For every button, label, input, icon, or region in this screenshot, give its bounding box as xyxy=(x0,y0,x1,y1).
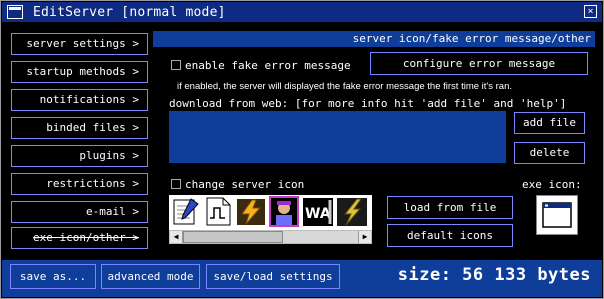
sidebar-item-server-settings[interactable]: server settings > xyxy=(11,33,148,55)
system-menu-icon[interactable] xyxy=(7,5,23,19)
exe-icon-label: exe icon: xyxy=(522,178,582,191)
delete-button[interactable]: delete xyxy=(514,142,585,164)
sidebar-item-exe-icon-other[interactable]: exe icon/other > xyxy=(11,227,148,249)
lightning-icon[interactable] xyxy=(337,196,367,227)
close-icon: × xyxy=(587,6,594,17)
server-size-label: size: 56 133 bytes xyxy=(397,265,591,285)
exe-icon-preview xyxy=(536,195,578,235)
icon-strip-scrollbar[interactable]: ◀ ▶ xyxy=(169,230,372,244)
scroll-thumb[interactable] xyxy=(183,231,283,243)
sidebar-item-plugins[interactable]: plugins > xyxy=(11,145,148,167)
download-list[interactable] xyxy=(169,111,506,163)
icon-strip[interactable]: WA xyxy=(169,195,372,230)
download-label: download from web: [for more info hit 'a… xyxy=(169,97,567,110)
sidebar-item-notifications[interactable]: notifications > xyxy=(11,89,148,111)
bottom-bar: save as... advanced mode save/load setti… xyxy=(2,260,602,297)
enable-fake-error-checkbox[interactable] xyxy=(171,60,181,70)
add-file-button[interactable]: add file xyxy=(514,112,585,134)
sidebar-item-startup-methods[interactable]: startup methods > xyxy=(11,61,148,83)
save-load-settings-button[interactable]: save/load settings xyxy=(206,264,340,289)
close-button[interactable]: × xyxy=(584,5,597,18)
section-title: server icon/fake error message/other xyxy=(352,32,591,45)
configure-error-button[interactable]: configure error message xyxy=(370,52,588,75)
change-server-icon-label: change server icon xyxy=(185,178,305,191)
load-from-file-button[interactable]: load from file xyxy=(387,196,513,219)
winamp-bolt-icon[interactable] xyxy=(236,196,266,227)
advanced-mode-button[interactable]: advanced mode xyxy=(101,264,200,289)
pulse-document-icon[interactable] xyxy=(203,196,233,227)
sidebar-item-restrictions[interactable]: restrictions > xyxy=(11,173,148,195)
winamp-logo-icon[interactable]: WA xyxy=(303,196,333,227)
svg-text:WA: WA xyxy=(305,206,331,222)
editserver-window: EditServer [normal mode] × server settin… xyxy=(0,0,604,299)
change-server-icon-checkbox[interactable] xyxy=(171,179,181,189)
sidebar-item-e-mail[interactable]: e-mail > xyxy=(11,201,148,223)
avatar-character-icon[interactable] xyxy=(269,196,299,227)
scroll-right-icon[interactable]: ▶ xyxy=(358,231,371,243)
save-as-button[interactable]: save as... xyxy=(10,264,96,289)
window-app-icon xyxy=(542,202,572,228)
window-title: EditServer [normal mode] xyxy=(33,5,226,20)
fake-error-info: if enabled, the server will displayed th… xyxy=(177,81,512,92)
section-header: server icon/fake error message/other xyxy=(153,31,595,47)
title-bar[interactable]: EditServer [normal mode] × xyxy=(2,2,602,22)
sidebar-item-binded-files[interactable]: binded files > xyxy=(11,117,148,139)
scroll-left-icon[interactable]: ◀ xyxy=(170,231,183,243)
default-icons-button[interactable]: default icons xyxy=(387,224,513,247)
enable-fake-error-label: enable fake error message xyxy=(185,59,351,72)
notepad-pen-icon[interactable] xyxy=(171,196,201,227)
